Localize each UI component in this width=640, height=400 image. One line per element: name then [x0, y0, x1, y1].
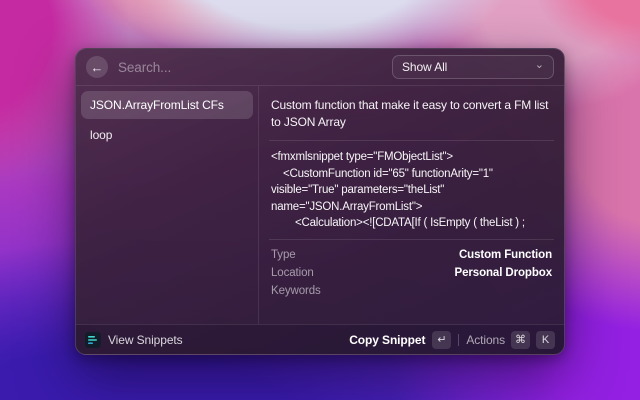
actions-label: Actions [466, 333, 505, 347]
search-input[interactable] [118, 60, 382, 75]
metadata-section: Type Custom Function Location Personal D… [259, 240, 564, 304]
action-bar: View Snippets Copy Snippet ↵ Actions ⌘ K [76, 324, 564, 354]
window-body: JSON.ArrayFromList CFs loop Custom funct… [76, 86, 564, 324]
list-item-json-arrayfromlist[interactable]: JSON.ArrayFromList CFs [81, 91, 253, 119]
copy-snippet-button[interactable]: Copy Snippet ↵ [349, 331, 451, 349]
k-key-icon: K [536, 331, 555, 349]
metadata-row-type: Type Custom Function [271, 246, 552, 264]
metadata-label: Type [271, 249, 296, 261]
snippets-extension-icon [85, 332, 101, 348]
command-key-icon: ⌘ [511, 331, 530, 349]
list-item-loop[interactable]: loop [81, 121, 253, 149]
metadata-label: Keywords [271, 285, 321, 297]
snippet-description: Custom function that make it easy to con… [259, 86, 564, 140]
actions-button[interactable]: Actions ⌘ K [466, 331, 555, 349]
extension-name: View Snippets [108, 333, 183, 347]
metadata-label: Location [271, 267, 314, 279]
snippet-detail-pane: Custom function that make it easy to con… [259, 86, 564, 324]
metadata-row-keywords: Keywords [271, 282, 552, 300]
search-bar: ← Show All ⌄ [76, 49, 564, 86]
metadata-row-location: Location Personal Dropbox [271, 264, 552, 282]
metadata-value: Custom Function [459, 249, 552, 261]
filter-dropdown[interactable]: Show All ⌄ [392, 55, 554, 79]
filter-dropdown-label: Show All [402, 60, 447, 74]
snippet-list: JSON.ArrayFromList CFs loop [76, 86, 259, 324]
back-button[interactable]: ← [86, 56, 108, 78]
extension-indicator: View Snippets [85, 332, 183, 348]
return-key-icon: ↵ [432, 331, 451, 349]
copy-snippet-label: Copy Snippet [349, 333, 425, 347]
footer-actions: Copy Snippet ↵ Actions ⌘ K [349, 331, 555, 349]
metadata-value: Personal Dropbox [455, 267, 552, 279]
footer-divider [458, 334, 459, 346]
chevron-down-icon: ⌄ [535, 62, 544, 69]
launcher-window: ← Show All ⌄ JSON.ArrayFromList CFs loop… [75, 48, 565, 355]
snippet-code: <fmxmlsnippet type="FMObjectList"> <Cust… [259, 141, 564, 239]
back-arrow-icon: ← [91, 61, 104, 74]
